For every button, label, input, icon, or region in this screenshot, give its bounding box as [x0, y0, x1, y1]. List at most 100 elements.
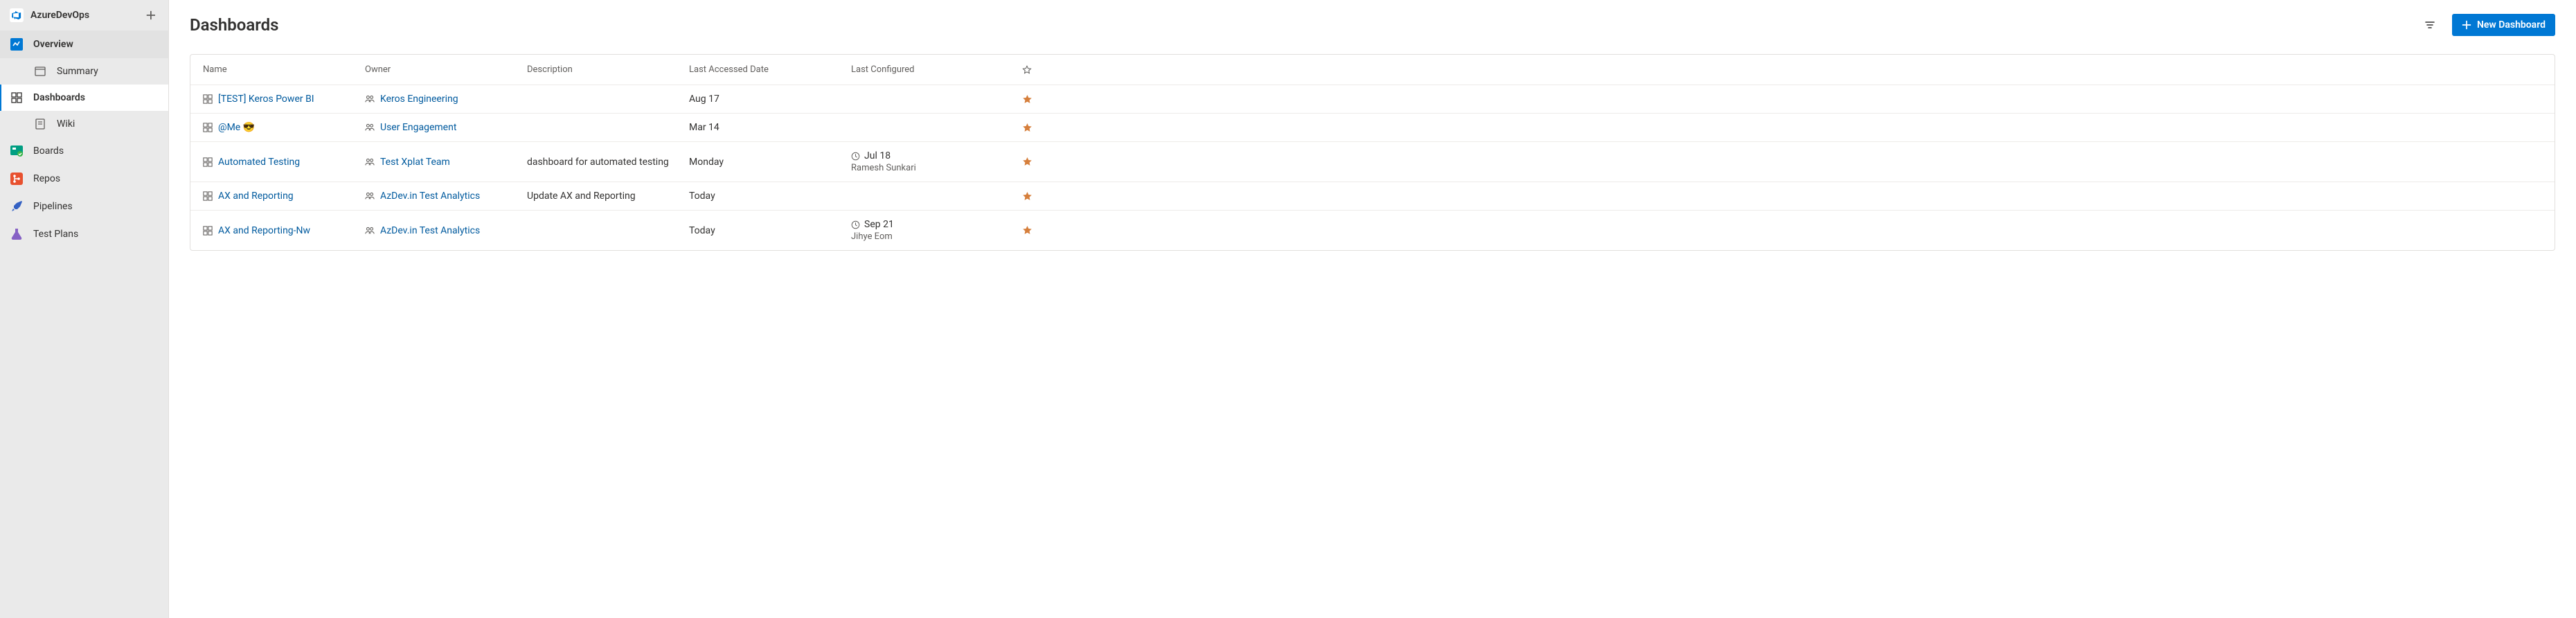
nav-repos[interactable]: Repos — [0, 165, 168, 193]
cell-description: dashboard for automated testing — [527, 157, 689, 168]
overview-icon — [10, 37, 24, 51]
cell-last-accessed: Mar 14 — [689, 122, 851, 133]
cell-owner: AzDev.in Test Analytics — [365, 225, 527, 236]
cell-name: AX and Reporting-Nw — [203, 225, 365, 236]
cell-last-accessed: Today — [689, 225, 851, 236]
col-last-configured[interactable]: Last Configured — [851, 64, 1013, 75]
new-button-label: New Dashboard — [2477, 19, 2546, 30]
dashboard-link[interactable]: @Me 😎 — [218, 122, 255, 133]
nav: Overview Summary Dashboards Wiki Boards — [0, 30, 168, 248]
pipelines-icon — [10, 200, 24, 213]
page-header: Dashboards New Dashboard — [190, 14, 2555, 36]
dashboard-icon — [203, 191, 213, 201]
dashboards-icon — [10, 91, 24, 105]
clock-icon — [851, 220, 860, 229]
filter-button[interactable] — [2420, 15, 2440, 35]
sidebar-header: AzureDevOps — [0, 0, 168, 30]
owner-link[interactable]: AzDev.in Test Analytics — [380, 191, 480, 202]
cell-last-accessed: Monday — [689, 157, 851, 168]
table-row[interactable]: AX and Reporting AzDev.in Test Analytics U… — [190, 182, 2555, 211]
filter-icon — [2424, 19, 2435, 30]
sidebar: AzureDevOps Overview Summary Dashboards — [0, 0, 169, 618]
main-content: Dashboards New Dashboard Name Owner Desc… — [169, 0, 2576, 618]
col-description[interactable]: Description — [527, 64, 689, 75]
owner-link[interactable]: User Engagement — [380, 122, 456, 133]
col-name[interactable]: Name — [203, 64, 365, 75]
cell-owner: AzDev.in Test Analytics — [365, 191, 527, 202]
nav-label: Dashboards — [33, 92, 85, 103]
table-header: Name Owner Description Last Accessed Dat… — [190, 55, 2555, 85]
testplans-icon — [10, 227, 24, 241]
favorite-button[interactable] — [1013, 191, 1041, 202]
boards-icon — [10, 144, 24, 158]
table-row[interactable]: [TEST] Keros Power BI Keros Engineering Au… — [190, 85, 2555, 114]
page-title: Dashboards — [190, 15, 279, 35]
team-icon — [365, 94, 375, 104]
nav-testplans[interactable]: Test Plans — [0, 220, 168, 248]
cell-name: @Me 😎 — [203, 122, 365, 133]
col-last-accessed[interactable]: Last Accessed Date — [689, 64, 851, 75]
star-icon — [1022, 65, 1032, 75]
cell-last-configured: Jul 18 Ramesh Sunkari — [851, 150, 1013, 173]
nav-label: Repos — [33, 173, 60, 184]
cell-last-accessed: Today — [689, 191, 851, 202]
nav-summary[interactable]: Summary — [0, 58, 168, 85]
cell-name: Automated Testing — [203, 157, 365, 168]
dashboard-link[interactable]: AX and Reporting — [218, 191, 294, 202]
favorite-button[interactable] — [1013, 94, 1041, 105]
nav-label: Pipelines — [33, 201, 73, 212]
dashboard-link[interactable]: Automated Testing — [218, 157, 300, 168]
team-icon — [365, 191, 375, 201]
configured-by: Ramesh Sunkari — [851, 163, 1013, 173]
dashboard-link[interactable]: AX and Reporting-Nw — [218, 225, 310, 236]
nav-pipelines[interactable]: Pipelines — [0, 193, 168, 220]
dashboards-table: Name Owner Description Last Accessed Dat… — [190, 54, 2555, 251]
configured-date: Jul 18 — [864, 150, 891, 161]
nav-boards[interactable]: Boards — [0, 137, 168, 165]
add-button[interactable] — [142, 7, 159, 24]
plus-icon — [2462, 20, 2471, 30]
cell-description: Update AX and Reporting — [527, 191, 689, 202]
nav-label: Wiki — [57, 118, 75, 130]
favorite-button[interactable] — [1013, 123, 1041, 133]
table-row[interactable]: Automated Testing Test Xplat Team dashboar… — [190, 142, 2555, 182]
nav-label: Test Plans — [33, 229, 78, 240]
dashboard-icon — [203, 226, 213, 236]
nav-overview[interactable]: Overview — [0, 30, 168, 58]
team-icon — [365, 157, 375, 167]
nav-label: Boards — [33, 145, 64, 157]
project-icon — [10, 8, 24, 22]
summary-icon — [33, 64, 47, 78]
favorite-button[interactable] — [1013, 157, 1041, 167]
cell-owner: Keros Engineering — [365, 94, 527, 105]
table-row[interactable]: AX and Reporting-Nw AzDev.in Test Analyti… — [190, 211, 2555, 250]
team-icon — [365, 226, 375, 236]
project-name: AzureDevOps — [30, 10, 89, 21]
table-row[interactable]: @Me 😎 User Engagement Mar 14 — [190, 114, 2555, 142]
dashboard-icon — [203, 157, 213, 167]
clock-icon — [851, 152, 860, 161]
cell-name: AX and Reporting — [203, 191, 365, 202]
owner-link[interactable]: Test Xplat Team — [380, 157, 450, 168]
owner-link[interactable]: Keros Engineering — [380, 94, 458, 105]
cell-last-accessed: Aug 17 — [689, 94, 851, 105]
dashboard-icon — [203, 123, 213, 132]
cell-last-configured: Sep 21Jihye Eom — [851, 219, 1013, 242]
project-selector[interactable]: AzureDevOps — [10, 8, 89, 22]
nav-dashboards[interactable]: Dashboards — [0, 85, 168, 111]
col-favorite — [1013, 65, 1041, 75]
new-dashboard-button[interactable]: New Dashboard — [2452, 14, 2555, 36]
team-icon — [365, 123, 375, 132]
repos-icon — [10, 172, 24, 186]
favorite-button[interactable] — [1013, 225, 1041, 236]
wiki-icon — [33, 117, 47, 131]
owner-link[interactable]: AzDev.in Test Analytics — [380, 225, 480, 236]
col-owner[interactable]: Owner — [365, 64, 527, 75]
cell-owner: Test Xplat Team — [365, 157, 527, 168]
nav-label: Overview — [33, 39, 73, 50]
nav-wiki[interactable]: Wiki — [0, 111, 168, 137]
configured-by: Jihye Eom — [851, 231, 1013, 242]
cell-owner: User Engagement — [365, 122, 527, 133]
dashboard-link[interactable]: [TEST] Keros Power BI — [218, 94, 314, 105]
dashboard-icon — [203, 94, 213, 104]
